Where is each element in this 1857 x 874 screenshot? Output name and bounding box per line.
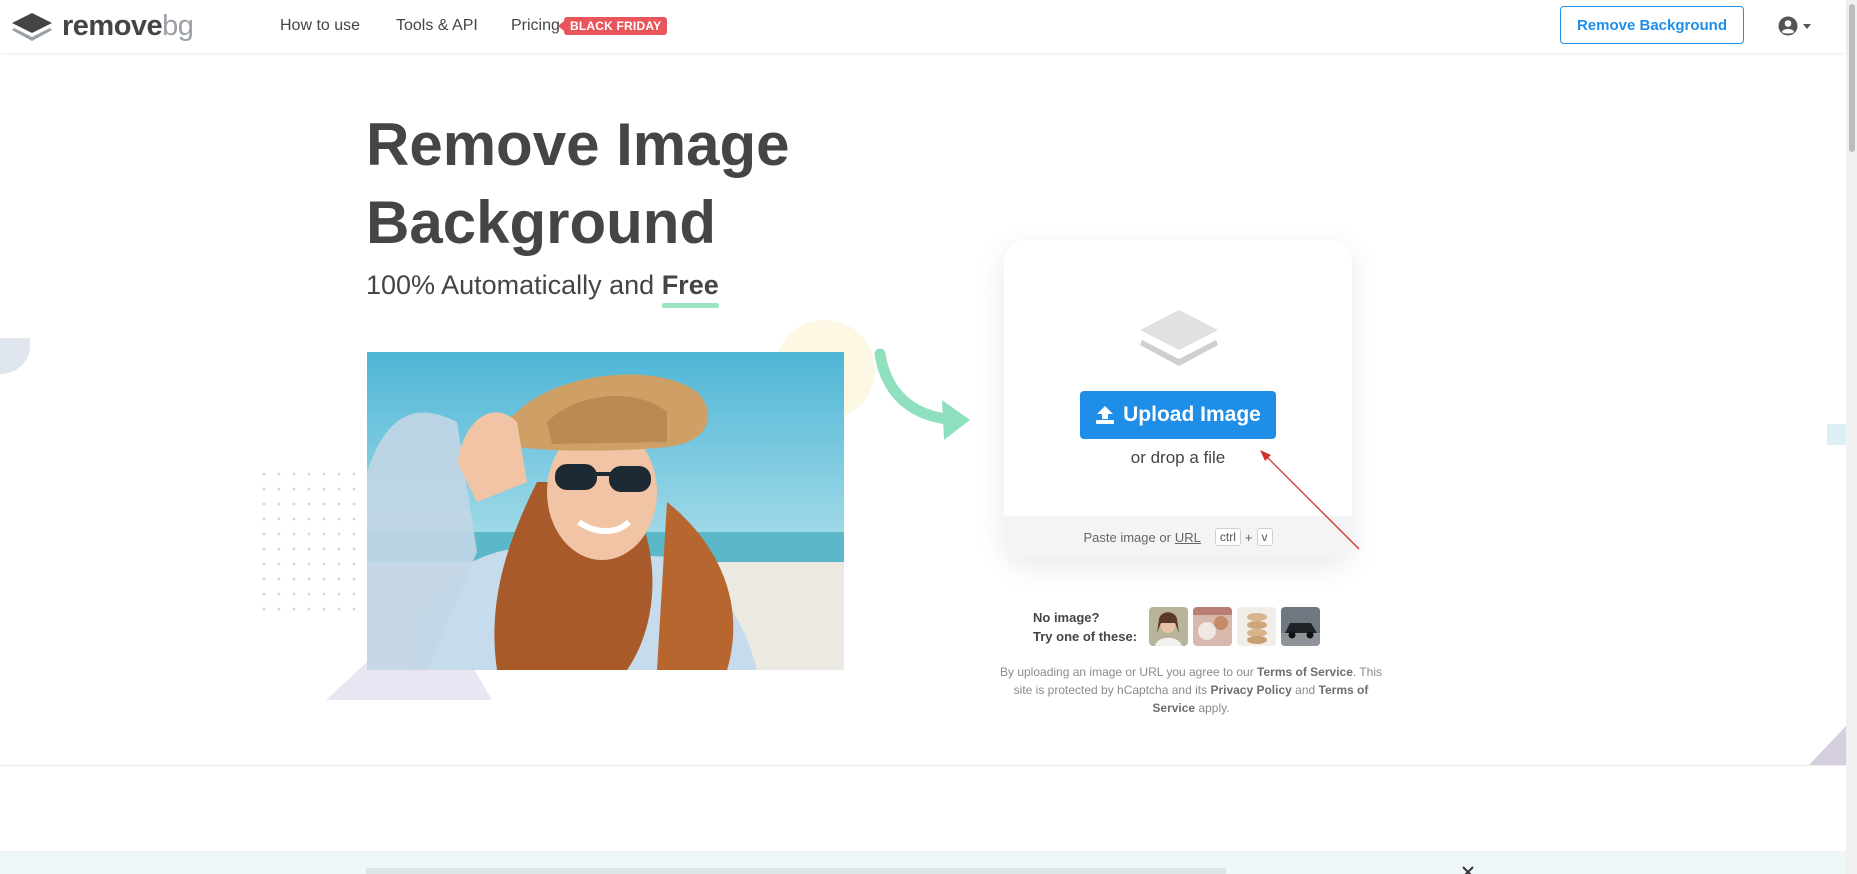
plus-sign: + <box>1244 529 1253 545</box>
decor-half-circle <box>0 338 30 374</box>
privacy-policy-link[interactable]: Privacy Policy <box>1210 683 1291 697</box>
sample-image-food[interactable] <box>1193 607 1232 646</box>
decor-blue-square <box>1827 424 1846 445</box>
user-circle-icon <box>1778 16 1798 36</box>
sample-image-car[interactable] <box>1281 607 1320 646</box>
upload-icon <box>1096 406 1115 424</box>
upload-image-button[interactable]: Upload Image <box>1080 391 1276 439</box>
annotation-arrow <box>1260 450 1360 550</box>
section-divider <box>0 765 1846 766</box>
cookie-banner <box>0 851 1846 874</box>
logo-wordmark: removebg <box>62 10 194 42</box>
sample-image-woman[interactable] <box>1149 607 1188 646</box>
layers-logo-icon <box>12 12 52 41</box>
sample-image-cookies[interactable] <box>1237 607 1276 646</box>
scrollbar-thumb[interactable] <box>1849 4 1855 152</box>
ctrl-key: ctrl <box>1214 528 1241 546</box>
nav-how-to-use[interactable]: How to use <box>280 17 360 35</box>
terms-link[interactable]: Terms of Service <box>1257 665 1353 679</box>
no-image-prompt: No image? Try one of these: <box>1033 610 1138 644</box>
top-navbar: removebg How to use Tools & API Pricing … <box>0 0 1846 53</box>
hero-title: Remove Image Background <box>366 111 790 256</box>
paste-url-link[interactable]: URL <box>1175 530 1201 545</box>
free-emphasis: Free <box>661 270 719 300</box>
remove-background-button[interactable]: Remove Background <box>1560 6 1744 44</box>
removebg-logo[interactable]: removebg <box>10 10 194 43</box>
nav-pricing[interactable]: Pricing <box>511 17 560 35</box>
nav-tools-api[interactable]: Tools & API <box>396 17 478 35</box>
curved-arrow-icon <box>874 348 970 440</box>
chevron-down-icon <box>1803 23 1811 29</box>
cookie-text-clipped <box>366 868 1226 874</box>
account-menu[interactable] <box>1778 16 1811 36</box>
layers-placeholder-icon <box>1140 310 1218 366</box>
decor-dot-grid <box>260 470 360 620</box>
black-friday-badge: BLACK FRIDAY <box>557 17 668 35</box>
decor-corner-triangle <box>1808 726 1846 766</box>
upload-button-label: Upload Image <box>1123 403 1261 426</box>
close-icon[interactable] <box>1462 866 1474 874</box>
hero-subtitle: 100% Automatically and Free <box>366 270 719 300</box>
paste-text: Paste image or <box>1083 529 1171 545</box>
legal-notice: By uploading an image or URL you agree t… <box>1000 665 1382 715</box>
hero-sample-photo <box>367 352 844 670</box>
